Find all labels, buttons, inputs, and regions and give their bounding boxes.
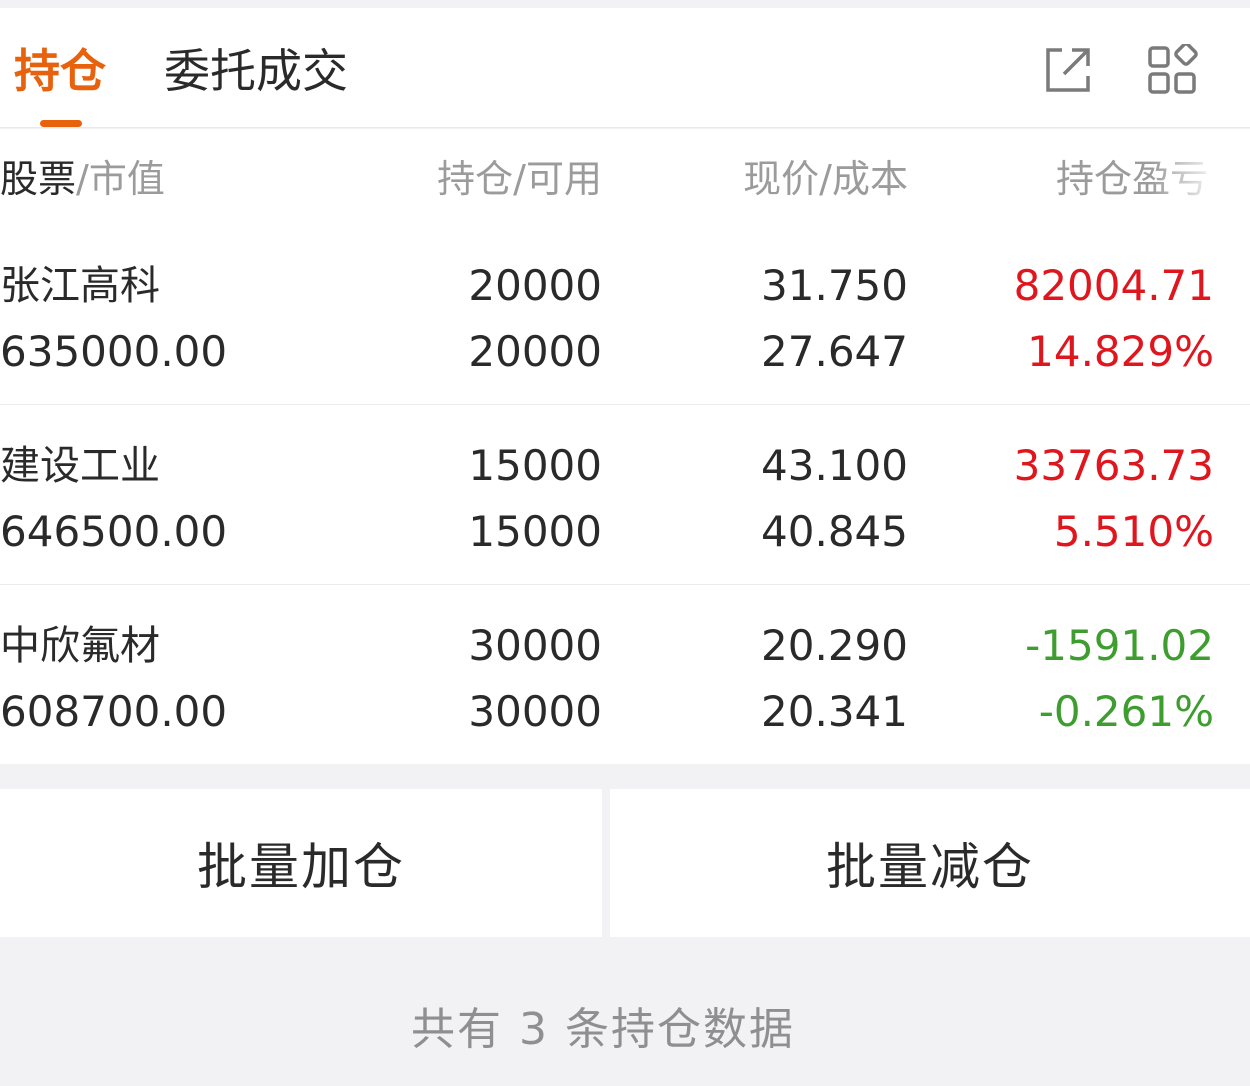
available-qty: 30000 (468, 687, 602, 736)
position-qty: 20000 (468, 261, 602, 310)
current-price: 20.290 (761, 621, 908, 670)
pnl-percent: 5.510% (1053, 507, 1214, 556)
stock-name: 建设工业 (0, 443, 160, 489)
tab-orders[interactable]: 委托成交 (164, 44, 348, 98)
header-stock: 股票 (0, 157, 77, 201)
batch-reduce-button[interactable]: 批量减仓 (610, 789, 1250, 937)
pnl-amount: 33763.73 (1013, 441, 1214, 490)
header-sep: / (76, 157, 89, 201)
current-price: 43.100 (761, 441, 908, 490)
pnl-percent: 14.829% (1027, 327, 1214, 376)
table-row[interactable]: 张江高科 635000.00 20000 20000 31.750 27.647… (0, 225, 1250, 405)
stock-name: 中欣氟材 (0, 623, 160, 669)
holdings-page: 持仓 委托成交 股票/市值 持仓/可用 现价/成本 持仓盈亏 张江高科 6350… (0, 0, 1250, 1086)
header-sep: / (513, 157, 526, 201)
market-value: 608700.00 (0, 687, 228, 736)
pnl-percent: -0.261% (1038, 687, 1214, 736)
market-value: 646500.00 (0, 507, 228, 556)
export-icon[interactable] (1042, 44, 1094, 96)
header-position: 持仓 (437, 157, 514, 201)
table-row[interactable]: 中欣氟材 608700.00 30000 30000 20.290 20.341… (0, 585, 1250, 765)
holdings-count-note: 共有 3 条持仓数据 (411, 1004, 795, 1055)
header-market-value: 市值 (88, 157, 165, 201)
current-price: 31.750 (761, 261, 908, 310)
header-sep: / (819, 157, 832, 201)
cost-price: 20.341 (761, 687, 908, 736)
stock-name: 张江高科 (0, 263, 160, 309)
header-position-available: 持仓/可用 (437, 157, 602, 201)
table-header: 股票/市值 持仓/可用 现价/成本 持仓盈亏 (0, 129, 1250, 229)
tab-holdings[interactable]: 持仓 (14, 44, 106, 98)
position-qty: 30000 (468, 621, 602, 670)
grid-icon[interactable] (1146, 42, 1198, 96)
header-available: 可用 (525, 157, 602, 201)
available-qty: 20000 (468, 327, 602, 376)
active-tab-indicator (40, 120, 82, 127)
header-cost: 成本 (831, 157, 908, 201)
position-qty: 15000 (468, 441, 602, 490)
batch-add-button[interactable]: 批量加仓 (0, 789, 602, 937)
tab-bar: 持仓 委托成交 (0, 8, 1250, 128)
top-strip (0, 0, 1250, 8)
header-price-cost: 现价/成本 (743, 157, 908, 201)
cost-price: 27.647 (761, 327, 908, 376)
header-current-price: 现价 (743, 157, 820, 201)
market-value: 635000.00 (0, 327, 228, 376)
cost-price: 40.845 (761, 507, 908, 556)
pnl-amount: 82004.71 (1013, 261, 1214, 310)
available-qty: 15000 (468, 507, 602, 556)
header-pnl: 持仓盈亏 (1056, 157, 1209, 201)
header-stock-value: 股票/市值 (0, 157, 165, 201)
pnl-amount: -1591.02 (1025, 621, 1214, 670)
table-row[interactable]: 建设工业 646500.00 15000 15000 43.100 40.845… (0, 405, 1250, 585)
holdings-table: 股票/市值 持仓/可用 现价/成本 持仓盈亏 张江高科 635000.00 20… (0, 129, 1250, 764)
